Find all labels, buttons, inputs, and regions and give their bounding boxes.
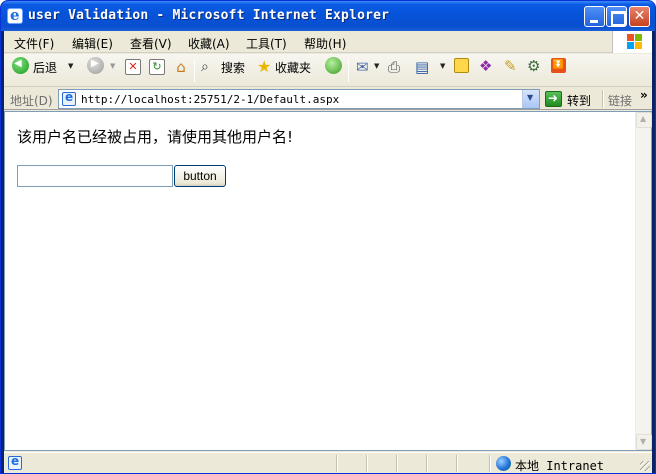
status-bar: 本地 Intranet (4, 452, 652, 473)
status-divider (396, 455, 398, 472)
go-button-label[interactable]: 转到 (567, 92, 591, 109)
refresh-icon[interactable]: ↻ (149, 59, 165, 75)
menu-edit[interactable]: 编辑(E) (72, 35, 113, 52)
vertical-scrollbar[interactable] (635, 112, 652, 450)
search-icon[interactable]: ⌕ (201, 59, 217, 75)
status-divider (336, 455, 338, 472)
ie-logo-icon (7, 6, 23, 24)
discuss-icon[interactable] (454, 58, 469, 73)
minimize-button[interactable] (584, 6, 605, 27)
status-divider (489, 455, 491, 472)
ie-window: user Validation - Microsoft Internet Exp… (0, 0, 656, 474)
close-icon: ✕ (633, 8, 646, 24)
research-icon[interactable]: ❖ (479, 57, 492, 75)
page-content: 该用户名已经被占用，请使用其他用户名! button (5, 112, 635, 450)
messenger-icon[interactable]: ✎ (504, 57, 517, 75)
menu-file[interactable]: 文件(F) (14, 35, 54, 52)
search-button-label[interactable]: 搜索 (221, 59, 245, 76)
forward-dropdown-icon[interactable]: ▼ (110, 62, 115, 70)
page-icon (62, 90, 76, 106)
username-input[interactable] (17, 165, 173, 187)
mail-dropdown-icon[interactable]: ▼ (374, 62, 379, 70)
menu-bar: 文件(F) 编辑(E) 查看(V) 收藏(A) 工具(T) 帮助(H) (4, 31, 652, 53)
favorites-star-icon[interactable]: ★ (257, 57, 271, 76)
scroll-up-icon[interactable] (636, 112, 652, 128)
menu-view[interactable]: 查看(V) (130, 35, 172, 52)
close-button[interactable]: ✕ (629, 6, 650, 27)
mail-icon[interactable]: ✉ (356, 58, 369, 76)
submit-button[interactable]: button (174, 165, 226, 187)
validation-message: 该用户名已经被占用，请使用其他用户名! (17, 128, 294, 146)
address-bar: 地址(D) http://localhost:25751/2-1/Default… (4, 88, 652, 110)
links-label[interactable]: 链接 (608, 92, 632, 109)
links-separator (602, 90, 604, 108)
status-divider (456, 455, 458, 472)
favorites-button-label[interactable]: 收藏夹 (275, 59, 311, 76)
media-icon[interactable] (325, 57, 342, 74)
go-arrow-icon[interactable] (545, 91, 562, 107)
window-title: user Validation - Microsoft Internet Exp… (28, 8, 390, 23)
address-input[interactable]: http://localhost:25751/2-1/Default.aspx (58, 89, 540, 109)
windows-logo-icon (612, 31, 652, 53)
print-icon[interactable]: ⎙ (388, 58, 400, 76)
client-area: 文件(F) 编辑(E) 查看(V) 收藏(A) 工具(T) 帮助(H) 后退 ▼… (4, 31, 652, 473)
page-status-icon (8, 454, 22, 470)
edit-icon[interactable]: ▤ (415, 58, 429, 76)
tools-icon[interactable]: ⚙ (527, 57, 540, 75)
edit-dropdown-icon[interactable]: ▼ (440, 62, 445, 70)
back-button-label[interactable]: 后退 (33, 59, 57, 76)
resize-grip-icon[interactable] (640, 461, 650, 471)
chevron-right-icon[interactable]: » (640, 88, 648, 102)
addon-icon[interactable]: ⏬ (551, 58, 566, 73)
address-label: 地址(D) (10, 94, 53, 108)
menu-favorites[interactable]: 收藏(A) (188, 35, 230, 52)
toolbar-separator (194, 60, 195, 82)
home-icon[interactable]: ⌂ (173, 59, 189, 75)
intranet-globe-icon (496, 456, 511, 471)
maximize-button[interactable] (606, 6, 627, 27)
toolbar: 后退 ▼ ▼ ✕ ↻ ⌂ ⌕ 搜索 ★ 收藏夹 ✉ ▼ ⎙ ▤ ▼ ❖ ✎ ⚙ … (4, 54, 652, 87)
page-viewport: 该用户名已经被占用，请使用其他用户名! button (4, 111, 652, 451)
forward-icon[interactable] (87, 57, 104, 74)
security-zone-label: 本地 Intranet (515, 459, 605, 473)
back-dropdown-icon[interactable]: ▼ (68, 62, 73, 70)
menu-tools[interactable]: 工具(T) (246, 35, 287, 52)
back-icon[interactable] (12, 57, 29, 74)
stop-icon[interactable]: ✕ (125, 59, 141, 75)
title-bar[interactable]: user Validation - Microsoft Internet Exp… (1, 1, 655, 31)
menu-help[interactable]: 帮助(H) (304, 35, 346, 52)
address-dropdown-icon[interactable] (522, 90, 539, 108)
scroll-down-icon[interactable] (636, 434, 652, 450)
address-url[interactable]: http://localhost:25751/2-1/Default.aspx (81, 93, 339, 106)
toolbar-separator (348, 60, 349, 82)
status-divider (426, 455, 428, 472)
status-divider (366, 455, 368, 472)
